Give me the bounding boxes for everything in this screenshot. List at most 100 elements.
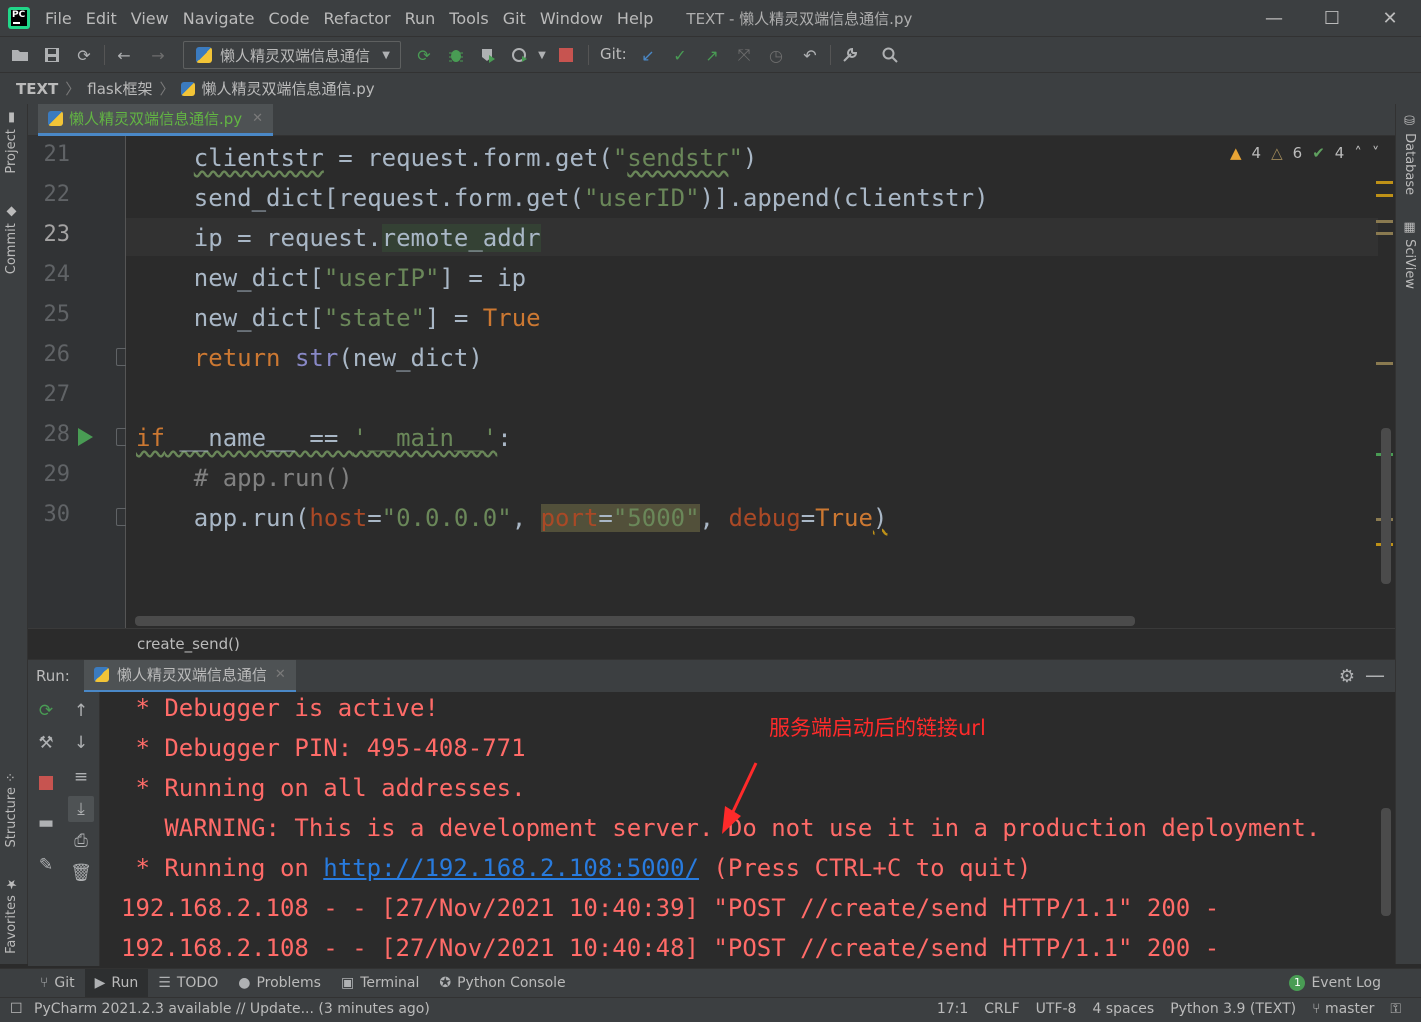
- run-tool-button[interactable]: ▶ Run: [84, 968, 149, 998]
- minimize-button[interactable]: —: [1245, 0, 1303, 36]
- close-tab-icon[interactable]: ✕: [252, 111, 263, 126]
- status-panel-icon[interactable]: ☐: [10, 1001, 23, 1017]
- typo-count: 4: [1334, 144, 1345, 162]
- rollback-icon[interactable]: ↶: [798, 43, 822, 67]
- breadcrumb-folder[interactable]: flask框架: [87, 78, 152, 99]
- stop-icon[interactable]: [33, 770, 59, 796]
- close-tab-icon[interactable]: ✕: [275, 667, 286, 682]
- menu-file[interactable]: File: [45, 9, 72, 28]
- wrench-settings-icon[interactable]: [838, 43, 862, 67]
- file-encoding[interactable]: UTF-8: [1036, 1001, 1077, 1017]
- print-icon[interactable]: ⎙: [68, 828, 94, 854]
- error-stripe-mark[interactable]: [1376, 194, 1393, 197]
- database-tool-tab[interactable]: ⛁ Database: [1402, 114, 1417, 195]
- git-update-icon[interactable]: ↙: [636, 43, 660, 67]
- menu-tools[interactable]: Tools: [449, 9, 488, 28]
- status-message[interactable]: PyCharm 2021.2.3 available // Update... …: [34, 1001, 430, 1017]
- left-tool-strip: Project ▮ Commit ◆ Structure ⁘ Favorites…: [0, 104, 28, 964]
- menu-code[interactable]: Code: [269, 9, 310, 28]
- editor-vertical-scrollbar[interactable]: [1381, 428, 1391, 584]
- lock-icon[interactable]: ⚿: [1390, 1001, 1401, 1017]
- code-editor[interactable]: clientstr = request.form.get("sendstr") …: [126, 136, 1378, 628]
- project-tool-tab[interactable]: Project ▮: [4, 110, 19, 174]
- terminal-tool-button[interactable]: ▣ Terminal: [331, 969, 429, 998]
- history-clock-icon[interactable]: ◷: [764, 43, 788, 67]
- run-configuration-dropdown[interactable]: 懒人精灵双端信息通信 ▼: [183, 41, 401, 69]
- error-stripe-mark[interactable]: [1376, 232, 1393, 235]
- server-url-link[interactable]: http://192.168.2.108:5000/: [323, 854, 699, 882]
- line-number: 29: [43, 462, 71, 487]
- menu-window[interactable]: Window: [540, 9, 603, 28]
- hide-panel-icon[interactable]: —: [1365, 663, 1385, 687]
- problems-tool-button[interactable]: ● Problems: [228, 969, 331, 998]
- inspection-widget[interactable]: ▲ 4 △ 6 ✔ 4 ˄ ˅: [1230, 144, 1379, 162]
- save-all-icon[interactable]: [40, 43, 64, 67]
- arrow-down-icon[interactable]: ↓: [68, 730, 94, 756]
- back-arrow-icon[interactable]: ←: [112, 43, 136, 67]
- pin-icon[interactable]: ✎: [33, 852, 59, 878]
- error-stripe-mark[interactable]: [1376, 181, 1393, 184]
- indent-setting[interactable]: 4 spaces: [1092, 1001, 1154, 1017]
- layout-icon[interactable]: ▬: [33, 810, 59, 836]
- chevron-up-icon[interactable]: ˄: [1354, 144, 1362, 162]
- run-with-coverage-icon[interactable]: [476, 43, 500, 67]
- synchronize-icon[interactable]: ⟳: [72, 43, 96, 67]
- structure-tool-tab[interactable]: Structure ⁘: [4, 772, 19, 848]
- event-log-button[interactable]: 1 Event Log: [1289, 975, 1381, 991]
- line-number: 25: [43, 302, 71, 327]
- todo-tool-button[interactable]: ☰ TODO: [148, 969, 228, 998]
- breadcrumb-project[interactable]: TEXT: [16, 80, 58, 98]
- menu-refactor[interactable]: Refactor: [323, 9, 390, 28]
- git-tool-button[interactable]: ⑂ Git: [30, 969, 85, 998]
- python-icon: ✪: [439, 975, 452, 991]
- stop-icon[interactable]: [554, 43, 578, 67]
- current-function-label[interactable]: create_send(): [137, 635, 240, 653]
- editor-file-tab[interactable]: 懒人精灵双端信息通信.py ✕: [38, 104, 274, 136]
- rerun-icon[interactable]: ⟳: [33, 698, 59, 724]
- arrow-up-icon[interactable]: ↑: [68, 698, 94, 724]
- maximize-button[interactable]: ☐: [1303, 0, 1361, 36]
- editor-file-tab-label: 懒人精灵双端信息通信.py: [69, 110, 243, 128]
- python-interpreter[interactable]: Python 3.9 (TEXT): [1170, 1001, 1296, 1017]
- line-number: 28: [43, 422, 71, 447]
- caret-position[interactable]: 17:1: [937, 1001, 968, 1017]
- search-icon[interactable]: [878, 43, 902, 67]
- menu-git[interactable]: Git: [503, 9, 526, 28]
- line-separator[interactable]: CRLF: [984, 1001, 1019, 1017]
- menu-view[interactable]: View: [131, 9, 169, 28]
- open-folder-icon[interactable]: [8, 43, 32, 67]
- git-merge-icon[interactable]: ⤧: [732, 43, 756, 67]
- wrench-icon[interactable]: ⚒: [33, 730, 59, 756]
- git-branch[interactable]: ⑂ master: [1312, 1001, 1374, 1017]
- rerun-icon[interactable]: ⟳: [412, 43, 436, 67]
- sciview-tool-tab[interactable]: ▦ SciView: [1402, 220, 1417, 289]
- python-console-tool-button[interactable]: ✪ Python Console: [429, 969, 575, 998]
- forward-arrow-icon[interactable]: →: [146, 43, 170, 67]
- breadcrumb-file[interactable]: 懒人精灵双端信息通信.py: [201, 78, 374, 99]
- scroll-to-end-icon[interactable]: ⤓: [68, 796, 94, 822]
- git-push-icon[interactable]: ↗: [700, 43, 724, 67]
- console-scrollbar[interactable]: [1381, 808, 1391, 916]
- gear-icon[interactable]: ⚙: [1339, 666, 1355, 687]
- menu-navigate[interactable]: Navigate: [183, 9, 255, 28]
- trash-icon[interactable]: 🗑: [68, 860, 94, 886]
- close-window-button[interactable]: ✕: [1361, 0, 1419, 36]
- soft-wrap-icon[interactable]: ≡: [68, 764, 94, 790]
- debug-bug-icon[interactable]: [444, 43, 468, 67]
- run-gutter-icon[interactable]: [78, 428, 93, 446]
- error-stripe-mark[interactable]: [1376, 220, 1393, 223]
- menu-run[interactable]: Run: [405, 9, 436, 28]
- menu-edit[interactable]: Edit: [86, 9, 117, 28]
- run-config-tab[interactable]: 懒人精灵双端信息通信 ✕: [83, 659, 296, 693]
- editor-horizontal-scrollbar[interactable]: [135, 616, 1135, 626]
- git-commit-check-icon[interactable]: ✓: [668, 43, 692, 67]
- menu-help[interactable]: Help: [617, 9, 653, 28]
- error-stripe-mark[interactable]: [1376, 362, 1393, 365]
- chevron-down-icon[interactable]: ▼: [530, 43, 554, 67]
- typo-check-icon: ✔: [1312, 144, 1325, 162]
- chevron-down-icon[interactable]: ˅: [1372, 144, 1380, 162]
- favorites-tool-tab[interactable]: Favorites ★: [4, 876, 19, 954]
- profile-icon[interactable]: [508, 43, 532, 67]
- commit-tool-tab[interactable]: Commit ◆: [4, 204, 19, 274]
- code-breadcrumb[interactable]: create_send(): [28, 628, 1395, 659]
